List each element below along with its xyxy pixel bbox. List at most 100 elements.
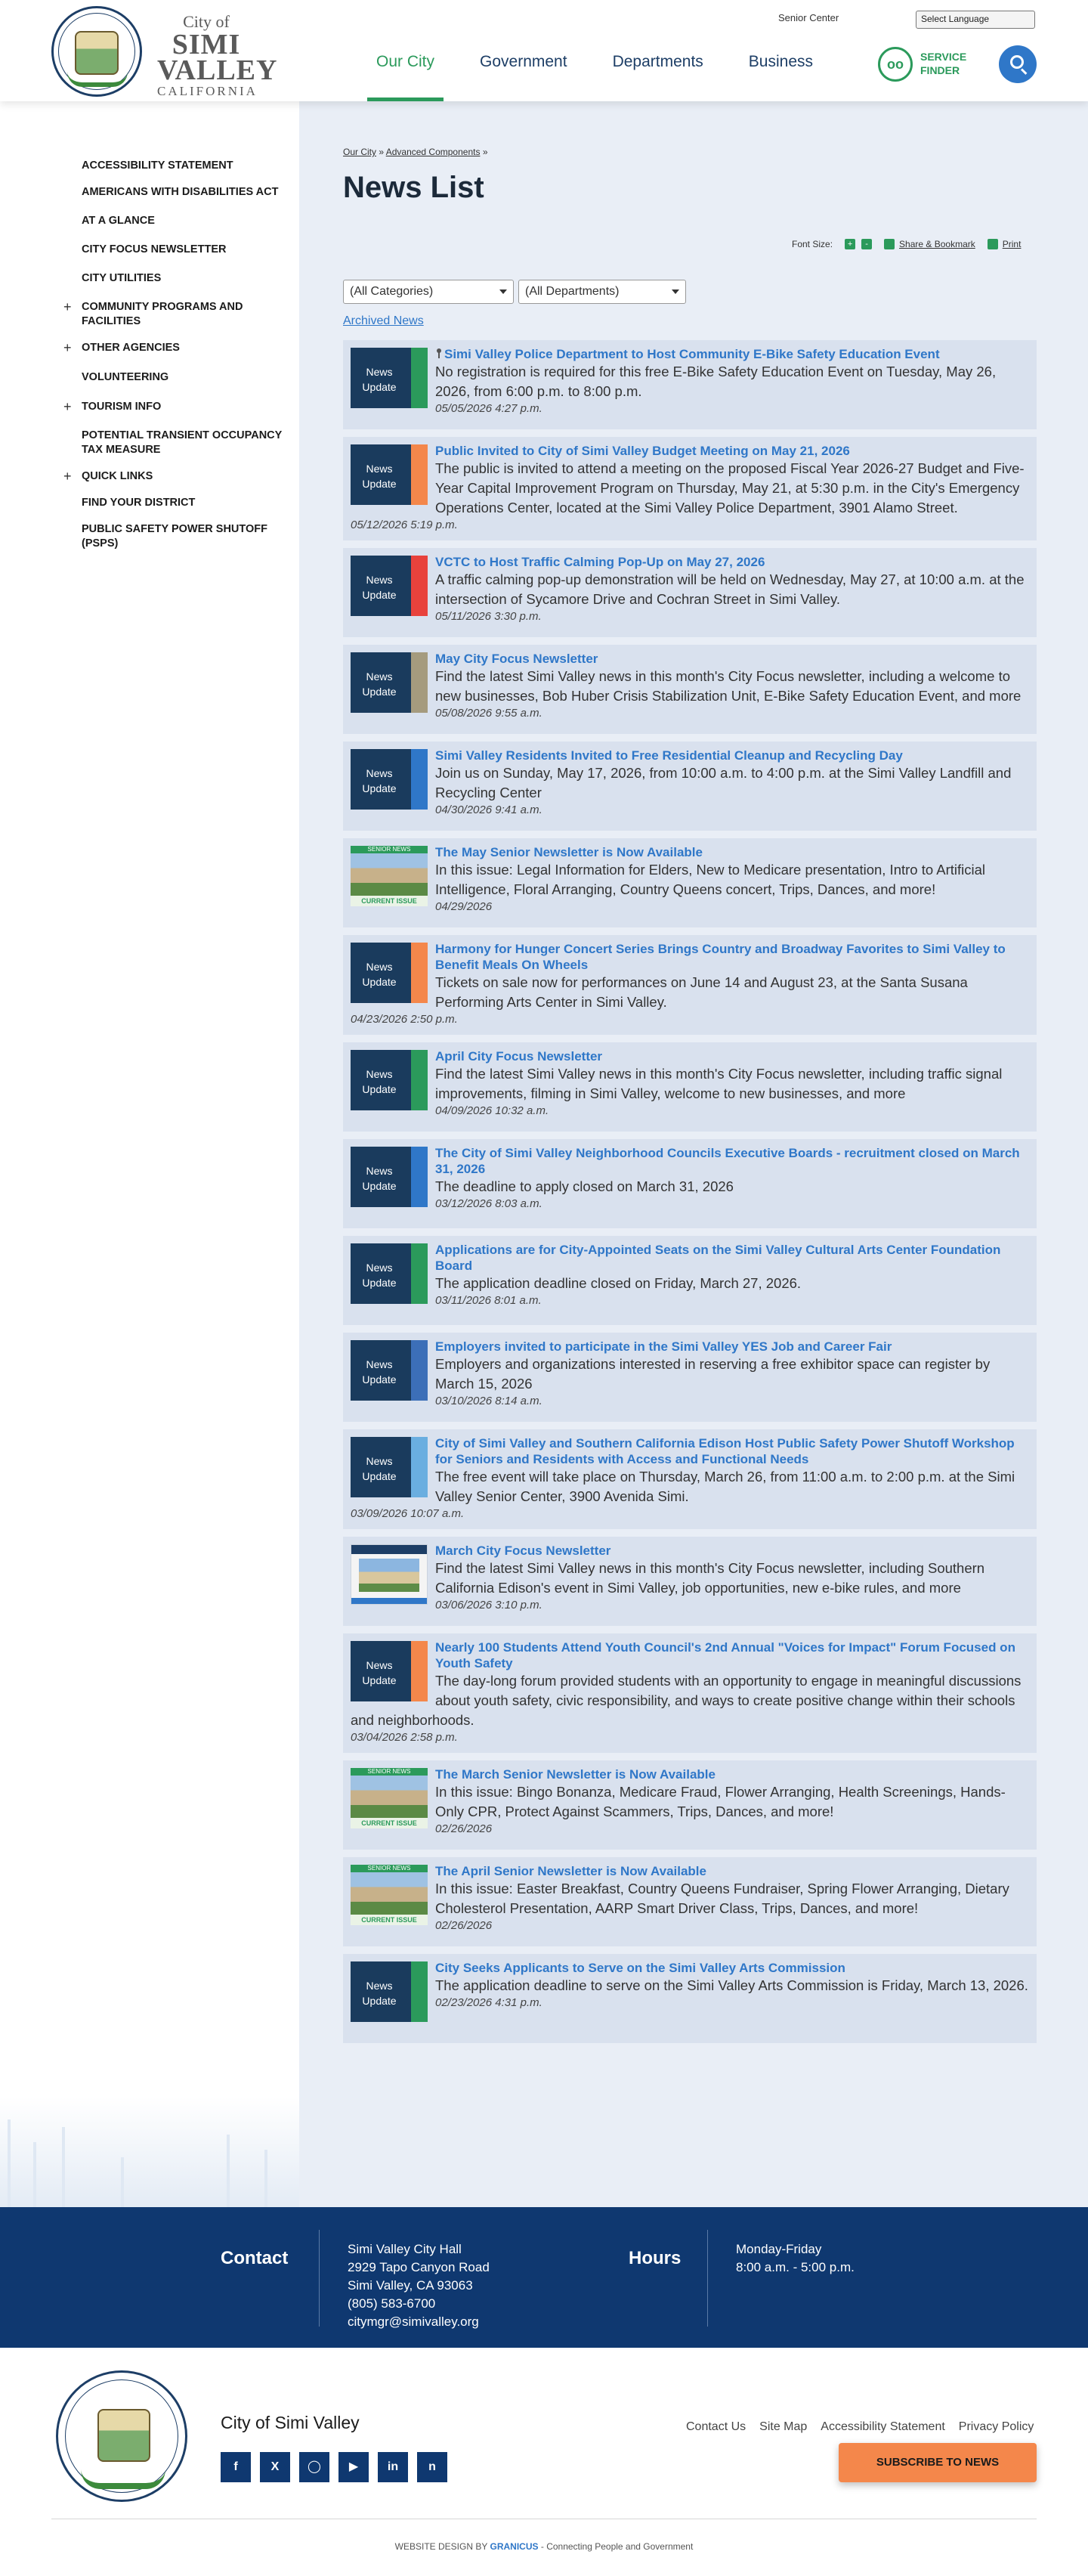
sidebar-item[interactable]: FIND YOUR DISTRICT	[0, 496, 299, 510]
nav-government[interactable]: Government	[480, 44, 567, 101]
sidebar-item[interactable]: + QUICK LINKS	[0, 469, 299, 484]
news-item: News Update Simi Valley Residents Invited…	[343, 742, 1037, 831]
font-decrease-button[interactable]: -	[861, 239, 873, 249]
city-focus-thumbnail[interactable]	[351, 1544, 428, 1605]
news-title-link[interactable]: Applications are for City-Appointed Seat…	[351, 1242, 1029, 1274]
subscribe-to-news-button[interactable]: SUBSCRIBE TO NEWS	[839, 2443, 1037, 2482]
news-update-thumbnail[interactable]: News Update	[351, 348, 428, 408]
granicus-link[interactable]: GRANICUS	[490, 2541, 539, 2552]
news-date: 02/23/2026 4:31 p.m.	[435, 1996, 542, 2009]
news-update-thumbnail[interactable]: News Update	[351, 749, 428, 810]
breadcrumb-our-city[interactable]: Our City	[343, 147, 376, 157]
news-update-thumbnail[interactable]: News Update	[351, 1340, 428, 1401]
sidebar-item[interactable]: CITY UTILITIES	[0, 271, 299, 286]
sidebar-item[interactable]: + COMMUNITY PROGRAMS AND FACILITIES	[0, 300, 299, 329]
category-filter-select[interactable]: (All Categories)	[343, 280, 514, 304]
sidebar-item[interactable]: POTENTIAL TRANSIENT OCCUPANCY TAX MEASUR…	[0, 429, 299, 457]
news-date: 05/05/2026 4:27 p.m.	[435, 402, 542, 415]
nextdoor-icon[interactable]: n	[417, 2452, 447, 2482]
news-update-thumbnail[interactable]: News Update	[351, 1641, 428, 1701]
news-update-thumbnail[interactable]: News Update	[351, 1437, 428, 1497]
news-list: News Update Simi Valley Police Department…	[343, 340, 1037, 2051]
news-item: News Update Applications are for City-App…	[343, 1236, 1037, 1325]
news-title-link[interactable]: Employers invited to participate in the …	[351, 1339, 1029, 1355]
expand-plus-icon[interactable]: +	[63, 300, 72, 314]
news-update-thumbnail[interactable]: News Update	[351, 444, 428, 505]
sidebar-item[interactable]: + TOURISM INFO	[0, 400, 299, 414]
footer-link-accessibility[interactable]: Accessibility Statement	[821, 2420, 945, 2434]
news-update-thumbnail[interactable]: News Update	[351, 652, 428, 713]
news-title-link[interactable]: The April Senior Newsletter is Now Avail…	[351, 1863, 1029, 1879]
news-title-link[interactable]: City of Simi Valley and Southern Califor…	[351, 1435, 1029, 1467]
news-update-thumbnail[interactable]: News Update	[351, 1147, 428, 1207]
sidebar-item[interactable]: ACCESSIBILITY STATEMENT	[0, 159, 299, 173]
senior-newsletter-thumbnail[interactable]: SENIOR NEWS CURRENT ISSUE	[351, 1768, 428, 1828]
news-update-thumbnail[interactable]: News Update	[351, 556, 428, 616]
sidebar-item[interactable]: VOLUNTEERING	[0, 370, 299, 385]
sidebar-item[interactable]: CITY FOCUS NEWSLETTER	[0, 243, 299, 257]
news-update-thumbnail[interactable]: News Update	[351, 1243, 428, 1304]
thumbnail-label: News Update	[362, 1980, 397, 2007]
footer-link-contact-us[interactable]: Contact Us	[686, 2420, 746, 2434]
news-title-link[interactable]: City Seeks Applicants to Serve on the Si…	[351, 1960, 1029, 1976]
nav-our-city[interactable]: Our City	[366, 44, 444, 101]
language-select[interactable]: Select Language	[916, 11, 1035, 29]
city-logo[interactable]: City of SIMI VALLEY CALIFORNIA	[51, 6, 277, 98]
x-icon[interactable]: X	[260, 2452, 290, 2482]
font-increase-button[interactable]: +	[845, 239, 856, 249]
sidebar: ACCESSIBILITY STATEMENT AMERICANS WITH DI…	[0, 101, 299, 2210]
news-title-link[interactable]: Nearly 100 Students Attend Youth Council…	[351, 1639, 1029, 1671]
senior-newsletter-thumbnail[interactable]: SENIOR NEWS CURRENT ISSUE	[351, 1865, 428, 1925]
footer-link-privacy[interactable]: Privacy Policy	[959, 2420, 1034, 2434]
sidebar-item-label: CITY FOCUS NEWSLETTER	[82, 243, 227, 255]
news-title-link[interactable]: Harmony for Hunger Concert Series Brings…	[351, 941, 1029, 973]
instagram-icon[interactable]: ◯	[299, 2452, 329, 2482]
expand-plus-icon[interactable]: +	[63, 469, 72, 484]
thumbnail-color-bar	[411, 1437, 428, 1497]
news-title-link[interactable]: The City of Simi Valley Neighborhood Cou…	[351, 1145, 1029, 1177]
thumbnail-label: News Update	[362, 574, 397, 601]
sidebar-item[interactable]: AMERICANS WITH DISABILITIES ACT	[0, 185, 299, 200]
expand-plus-icon[interactable]: +	[63, 400, 72, 414]
sidebar-item[interactable]: PUBLIC SAFETY POWER SHUTOFF (PSPS)	[0, 522, 299, 551]
contact-phone[interactable]: (805) 583-6700	[348, 2295, 490, 2313]
linkedin-icon[interactable]: in	[378, 2452, 408, 2482]
facebook-icon[interactable]: f	[221, 2452, 251, 2482]
news-title-link[interactable]: Public Invited to City of Simi Valley Bu…	[351, 443, 1029, 459]
service-finder-button[interactable]: oo SERVICE FINDER	[878, 47, 976, 83]
news-update-thumbnail[interactable]: News Update	[351, 1961, 428, 2022]
city-focus-cover-photo	[359, 1559, 419, 1592]
expand-plus-icon[interactable]: +	[63, 341, 72, 355]
news-title-link[interactable]: Simi Valley Residents Invited to Free Re…	[351, 748, 1029, 763]
news-title-link[interactable]: Simi Valley Police Department to Host Co…	[351, 346, 1029, 362]
category-filter-value: (All Categories)	[350, 285, 434, 298]
news-title-link[interactable]: The May Senior Newsletter is Now Availab…	[351, 844, 1029, 860]
news-title-link[interactable]: May City Focus Newsletter	[351, 651, 1029, 667]
news-update-thumbnail[interactable]: News Update	[351, 1050, 428, 1110]
print-link[interactable]: Print	[1003, 239, 1022, 249]
news-item: March City Focus Newsletter Find the late…	[343, 1537, 1037, 1626]
news-title-link[interactable]: VCTC to Host Traffic Calming Pop-Up on M…	[351, 554, 1029, 570]
nav-departments[interactable]: Departments	[613, 44, 703, 101]
senior-center-photo	[351, 1872, 428, 1915]
news-date: 02/26/2026	[435, 1919, 493, 1932]
search-button[interactable]	[999, 45, 1037, 83]
news-update-thumbnail[interactable]: News Update	[351, 943, 428, 1003]
share-bookmark-link[interactable]: Share & Bookmark	[899, 239, 975, 249]
youtube-icon[interactable]: ▶	[338, 2452, 369, 2482]
senior-center-link[interactable]: Senior Center	[778, 12, 839, 23]
senior-newsletter-thumbnail[interactable]: SENIOR NEWS CURRENT ISSUE	[351, 846, 428, 906]
sidebar-item[interactable]: AT A GLANCE	[0, 214, 299, 228]
news-title-link[interactable]: April City Focus Newsletter	[351, 1048, 1029, 1064]
archived-news-link[interactable]: Archived News	[343, 314, 424, 328]
footer-link-site-map[interactable]: Site Map	[759, 2420, 807, 2434]
breadcrumb-advanced-components[interactable]: Advanced Components	[386, 147, 481, 157]
contact-email[interactable]: citymgr@simivalley.org	[348, 2313, 490, 2331]
thumbnail-label: News Update	[362, 1659, 397, 1686]
thumbnail-color-bar	[411, 348, 428, 408]
news-title-link[interactable]: March City Focus Newsletter	[351, 1543, 1029, 1559]
department-filter-select[interactable]: (All Departments)	[518, 280, 686, 304]
news-title-link[interactable]: The March Senior Newsletter is Now Avail…	[351, 1766, 1029, 1782]
nav-business[interactable]: Business	[749, 44, 813, 101]
sidebar-item[interactable]: + OTHER AGENCIES	[0, 341, 299, 355]
